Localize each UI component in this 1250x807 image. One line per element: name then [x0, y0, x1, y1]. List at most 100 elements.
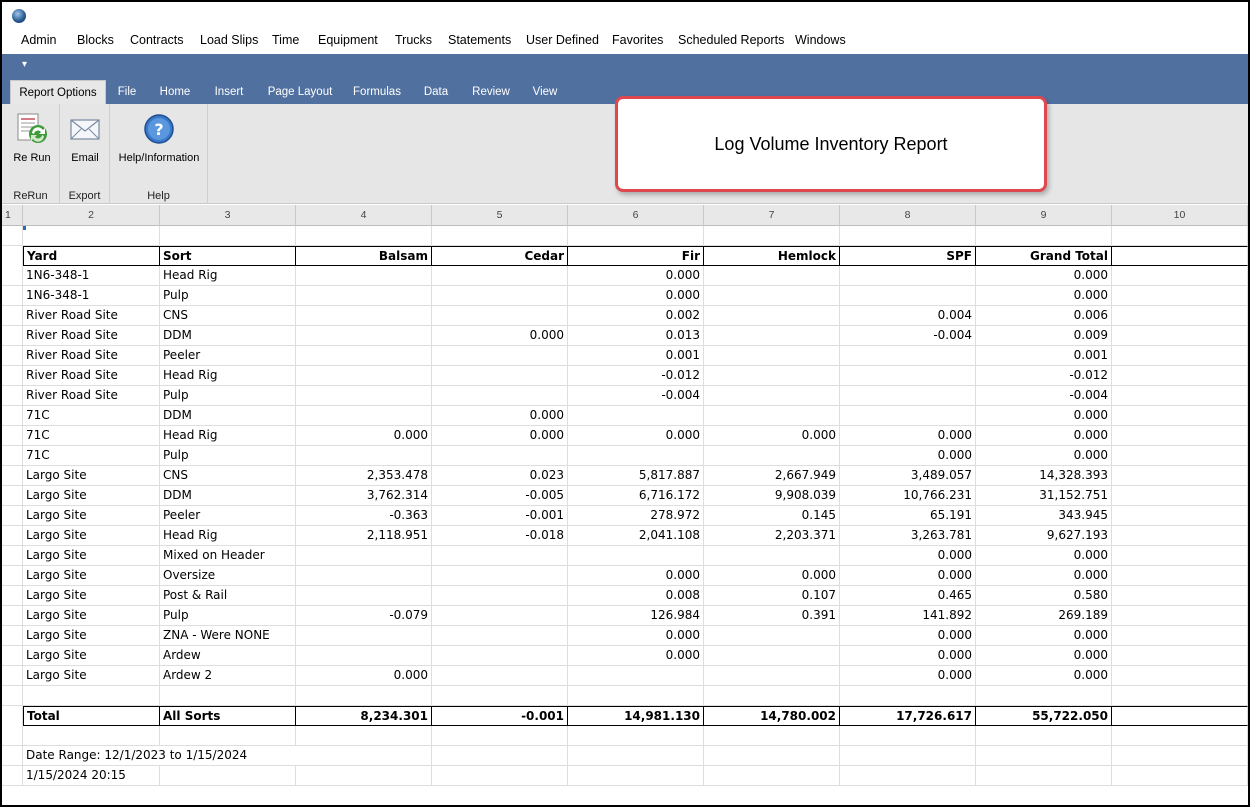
value-cell[interactable]: -0.004 — [976, 386, 1112, 406]
yard-cell[interactable]: 71C — [23, 406, 160, 426]
row-margin-cell[interactable] — [2, 366, 23, 386]
help-information-button[interactable]: ? Help/Information — [114, 112, 204, 164]
row-margin-cell[interactable] — [2, 446, 23, 466]
empty-cell[interactable] — [976, 226, 1112, 246]
value-cell[interactable] — [704, 366, 840, 386]
total-value-cell[interactable]: 17,726.617 — [840, 706, 976, 726]
value-cell[interactable] — [296, 286, 432, 306]
empty-cell[interactable] — [1112, 526, 1248, 546]
empty-cell[interactable] — [1112, 446, 1248, 466]
empty-cell[interactable] — [704, 726, 840, 746]
column-number-header[interactable]: 3 — [160, 205, 296, 226]
value-cell[interactable] — [432, 446, 568, 466]
value-cell[interactable]: -0.012 — [976, 366, 1112, 386]
value-cell[interactable] — [296, 566, 432, 586]
sort-cell[interactable]: DDM — [160, 486, 296, 506]
value-cell[interactable]: -0.018 — [432, 526, 568, 546]
menu-equipment[interactable]: Equipment — [318, 33, 378, 47]
empty-cell[interactable] — [840, 726, 976, 746]
empty-cell[interactable] — [1112, 686, 1248, 706]
value-cell[interactable]: 6,716.172 — [568, 486, 704, 506]
row-margin-cell[interactable] — [2, 706, 23, 726]
empty-cell[interactable] — [160, 766, 296, 786]
row-margin-cell[interactable] — [2, 626, 23, 646]
value-cell[interactable] — [704, 266, 840, 286]
header-cell[interactable]: Grand Total — [976, 246, 1112, 266]
tab-page-layout[interactable]: Page Layout — [262, 80, 338, 104]
value-cell[interactable]: 9,627.193 — [976, 526, 1112, 546]
sort-cell[interactable]: Post & Rail — [160, 586, 296, 606]
yard-cell[interactable]: River Road Site — [23, 326, 160, 346]
empty-cell[interactable] — [432, 226, 568, 246]
value-cell[interactable] — [296, 446, 432, 466]
value-cell[interactable] — [432, 366, 568, 386]
value-cell[interactable] — [432, 386, 568, 406]
value-cell[interactable]: 0.000 — [976, 426, 1112, 446]
empty-cell[interactable] — [296, 766, 432, 786]
value-cell[interactable] — [296, 386, 432, 406]
row-margin-cell[interactable] — [2, 746, 23, 766]
empty-cell[interactable] — [1112, 346, 1248, 366]
value-cell[interactable] — [704, 646, 840, 666]
row-margin-cell[interactable] — [2, 326, 23, 346]
value-cell[interactable] — [296, 366, 432, 386]
total-value-cell[interactable]: 14,981.130 — [568, 706, 704, 726]
value-cell[interactable]: 2,041.108 — [568, 526, 704, 546]
sort-cell[interactable]: DDM — [160, 326, 296, 346]
menu-contracts[interactable]: Contracts — [130, 33, 184, 47]
empty-cell[interactable] — [840, 746, 976, 766]
empty-cell[interactable] — [1112, 406, 1248, 426]
value-cell[interactable]: 2,118.951 — [296, 526, 432, 546]
empty-cell[interactable] — [1112, 426, 1248, 446]
yard-cell[interactable]: 1N6-348-1 — [23, 266, 160, 286]
yard-cell[interactable]: Largo Site — [23, 466, 160, 486]
value-cell[interactable]: 3,263.781 — [840, 526, 976, 546]
empty-cell[interactable] — [23, 726, 160, 746]
value-cell[interactable]: 2,353.478 — [296, 466, 432, 486]
tab-formulas[interactable]: Formulas — [348, 80, 406, 104]
row-margin-cell[interactable] — [2, 246, 23, 266]
value-cell[interactable]: 0.000 — [840, 546, 976, 566]
header-cell[interactable]: Cedar — [432, 246, 568, 266]
value-cell[interactable]: 0.000 — [568, 286, 704, 306]
tab-home[interactable]: Home — [152, 80, 198, 104]
value-cell[interactable] — [432, 626, 568, 646]
empty-cell[interactable] — [1112, 286, 1248, 306]
value-cell[interactable]: 0.002 — [568, 306, 704, 326]
empty-cell[interactable] — [2, 726, 23, 746]
value-cell[interactable]: 141.892 — [840, 606, 976, 626]
sort-cell[interactable]: Ardew 2 — [160, 666, 296, 686]
value-cell[interactable] — [296, 326, 432, 346]
row-margin-cell[interactable] — [2, 286, 23, 306]
value-cell[interactable] — [840, 366, 976, 386]
value-cell[interactable] — [432, 566, 568, 586]
value-cell[interactable]: 0.000 — [432, 326, 568, 346]
sort-cell[interactable]: Peeler — [160, 346, 296, 366]
yard-cell[interactable]: Largo Site — [23, 566, 160, 586]
value-cell[interactable] — [704, 286, 840, 306]
value-cell[interactable]: 3,489.057 — [840, 466, 976, 486]
value-cell[interactable]: -0.005 — [432, 486, 568, 506]
sort-cell[interactable]: ZNA - Were NONE — [160, 626, 296, 646]
value-cell[interactable] — [432, 606, 568, 626]
column-number-header[interactable]: 5 — [432, 205, 568, 226]
value-cell[interactable]: 343.945 — [976, 506, 1112, 526]
rerun-button[interactable]: Re Run — [10, 112, 54, 164]
sort-cell[interactable]: Head Rig — [160, 266, 296, 286]
row-margin-cell[interactable] — [2, 306, 23, 326]
value-cell[interactable]: 5,817.887 — [568, 466, 704, 486]
value-cell[interactable]: 0.000 — [976, 406, 1112, 426]
value-cell[interactable] — [432, 346, 568, 366]
menu-admin[interactable]: Admin — [21, 33, 56, 47]
value-cell[interactable] — [840, 286, 976, 306]
value-cell[interactable] — [704, 446, 840, 466]
value-cell[interactable] — [432, 586, 568, 606]
value-cell[interactable]: 0.000 — [568, 646, 704, 666]
empty-cell[interactable] — [568, 766, 704, 786]
value-cell[interactable]: 3,762.314 — [296, 486, 432, 506]
value-cell[interactable]: 65.191 — [840, 506, 976, 526]
value-cell[interactable]: 0.000 — [432, 426, 568, 446]
yard-cell[interactable]: Largo Site — [23, 626, 160, 646]
empty-cell[interactable] — [1112, 726, 1248, 746]
empty-cell[interactable] — [296, 686, 432, 706]
